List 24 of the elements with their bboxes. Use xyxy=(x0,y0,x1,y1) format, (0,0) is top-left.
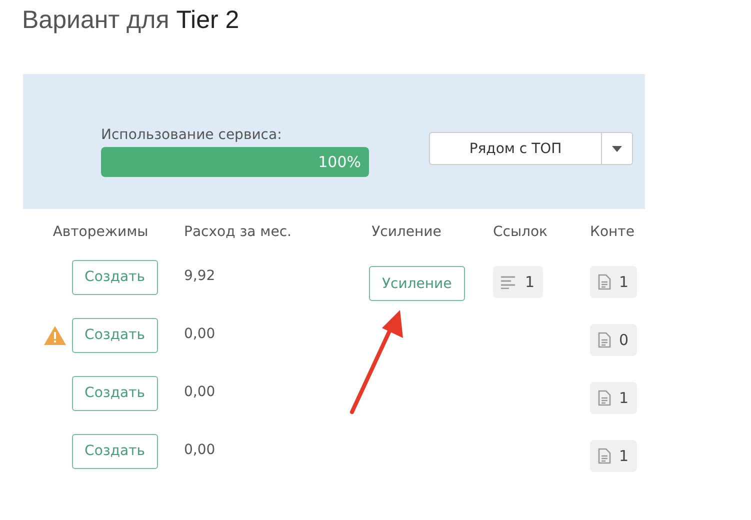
links-chip[interactable]: 1 xyxy=(493,266,543,298)
content-chip[interactable]: 0 xyxy=(590,324,637,356)
document-icon xyxy=(598,332,611,348)
lines-icon xyxy=(501,276,517,288)
document-icon xyxy=(598,390,611,406)
column-header: Авторежимы xyxy=(52,224,148,240)
document-icon xyxy=(598,448,611,464)
content-chip[interactable]: 1 xyxy=(590,266,637,298)
column-header: Ссылок xyxy=(493,224,548,240)
column-header: Конте xyxy=(590,224,636,240)
content-chip[interactable]: 1 xyxy=(590,382,637,414)
mode-dropdown[interactable]: Рядом с ТОП xyxy=(429,132,633,165)
spend-value: 0,00 xyxy=(184,326,216,342)
spend-value: 0,00 xyxy=(184,442,216,458)
column-header: Усиление xyxy=(372,224,442,240)
column-header: Расход за мес. xyxy=(183,224,292,240)
usage-percent: 100% xyxy=(318,152,361,170)
document-icon xyxy=(598,274,611,290)
usage-label: Использование сервиса: xyxy=(101,126,283,142)
spend-value: 0,00 xyxy=(184,384,216,400)
page-title: Вариант для Tier 2 xyxy=(21,5,240,35)
content-chip[interactable]: 1 xyxy=(590,440,637,472)
caret-icon xyxy=(612,146,622,152)
spend-value: 9,92 xyxy=(184,268,216,284)
